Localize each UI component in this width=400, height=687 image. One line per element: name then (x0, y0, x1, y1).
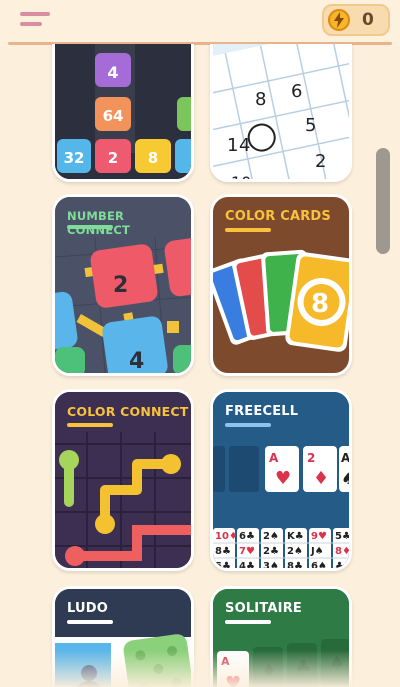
grid-number: 2 (315, 151, 327, 172)
grid-number: 10 (231, 173, 251, 179)
grid-number: 5 (305, 115, 317, 136)
svg-text:♦: ♦ (261, 661, 277, 682)
game-title: FREECELL (225, 404, 299, 419)
svg-text:5♣: 5♣ (335, 531, 349, 542)
tile-number: 4 (129, 349, 145, 374)
svg-text:♠: ♠ (341, 469, 349, 488)
svg-text:♣: ♣ (295, 657, 311, 678)
svg-text:6♠: 6♠ (311, 561, 327, 568)
game-title: SOLITAIRE (225, 601, 302, 616)
svg-text:A: A (221, 655, 230, 668)
svg-text:♦: ♦ (313, 468, 329, 489)
svg-text:K♣: K♣ (287, 531, 304, 542)
tile-label: 4 (107, 63, 119, 82)
game-card-color-connect[interactable]: COLOR CONNECT (52, 389, 194, 571)
title-underline (67, 225, 113, 229)
coin-balance[interactable]: 0 (322, 4, 390, 36)
svg-text:2: 2 (307, 451, 315, 465)
svg-text:♠: ♠ (329, 653, 345, 674)
svg-text:3♠: 3♠ (263, 561, 279, 568)
game-card-ludo[interactable]: LUDO (52, 586, 194, 687)
game-title: COLOR CONNECT (67, 404, 189, 419)
title-underline (225, 423, 271, 427)
svg-text:J♠: J♠ (310, 546, 324, 557)
coin-count: 0 (362, 10, 374, 30)
tile (177, 97, 191, 131)
scrollbar-thumb[interactable] (376, 148, 390, 254)
svg-text:A: A (269, 451, 279, 465)
svg-text:♣: ♣ (335, 561, 344, 568)
grid-number: 1 (227, 135, 239, 156)
game-card-color-cards[interactable]: COLOR CARDS 8 (210, 194, 352, 376)
svg-text:♥: ♥ (275, 468, 291, 489)
game-card-2048[interactable]: 4 64 32 2 8 (52, 44, 194, 182)
game-card-solitaire[interactable]: A ♥ ♦ ♣ ♠ SOLITAIRE (210, 586, 352, 687)
svg-text:8♣: 8♣ (215, 546, 231, 557)
cards-fan-art (213, 249, 349, 352)
game-title: LUDO (67, 601, 109, 616)
svg-text:5♣: 5♣ (215, 561, 231, 568)
svg-text:10♦: 10♦ (215, 531, 238, 542)
title-underline (67, 620, 113, 624)
game-card-number-connect[interactable]: NUMBER CONNECT 2 4 (52, 194, 194, 376)
grid-number: 4 (239, 135, 251, 156)
tile-label: 8 (147, 149, 159, 167)
grid-number: 6 (291, 81, 303, 102)
tile-label: 2 (107, 149, 119, 167)
game-title: NUMBER CONNECT (67, 209, 131, 237)
number-grid-art (213, 44, 349, 179)
title-underline (67, 423, 113, 427)
tile-label: 32 (63, 149, 85, 167)
svg-text:6♣: 6♣ (239, 531, 255, 542)
tile-label: 64 (102, 107, 124, 125)
svg-text:A: A (341, 451, 349, 465)
svg-text:2♠: 2♠ (287, 546, 303, 557)
svg-text:8♦: 8♦ (335, 546, 349, 557)
svg-text:8♣: 8♣ (287, 561, 303, 568)
svg-text:9♥: 9♥ (311, 531, 327, 542)
tile (175, 139, 191, 173)
title-underline (225, 620, 271, 624)
svg-text:♥: ♥ (225, 673, 241, 687)
game-card-number-grid[interactable]: 8 6 1 5 2 10 4 (210, 44, 352, 182)
game-card-freecell[interactable]: A ♥ 2 ♦ A ♠ 10♦6♣ 2♠ K♣ 9♥ 5♣ 8♣ 7♥ 2♣ 2♠ J♠ 8♦ 5… (210, 389, 352, 571)
svg-text:4♣: 4♣ (239, 561, 255, 568)
card-big-number: 8 (311, 289, 330, 319)
svg-text:2♣: 2♣ (263, 546, 279, 557)
lightning-coin-icon (328, 9, 350, 31)
tile-number: 2 (113, 273, 129, 298)
grid-number: 8 (255, 89, 267, 110)
game-grid: 4 64 32 2 8 8 6 1 5 2 4 NUMBER CONNECT 2… (0, 44, 400, 687)
top-bar: 0 (0, 0, 400, 45)
svg-text:7♥: 7♥ (239, 546, 255, 557)
menu-icon[interactable] (20, 10, 52, 32)
svg-text:2♠: 2♠ (263, 531, 279, 542)
